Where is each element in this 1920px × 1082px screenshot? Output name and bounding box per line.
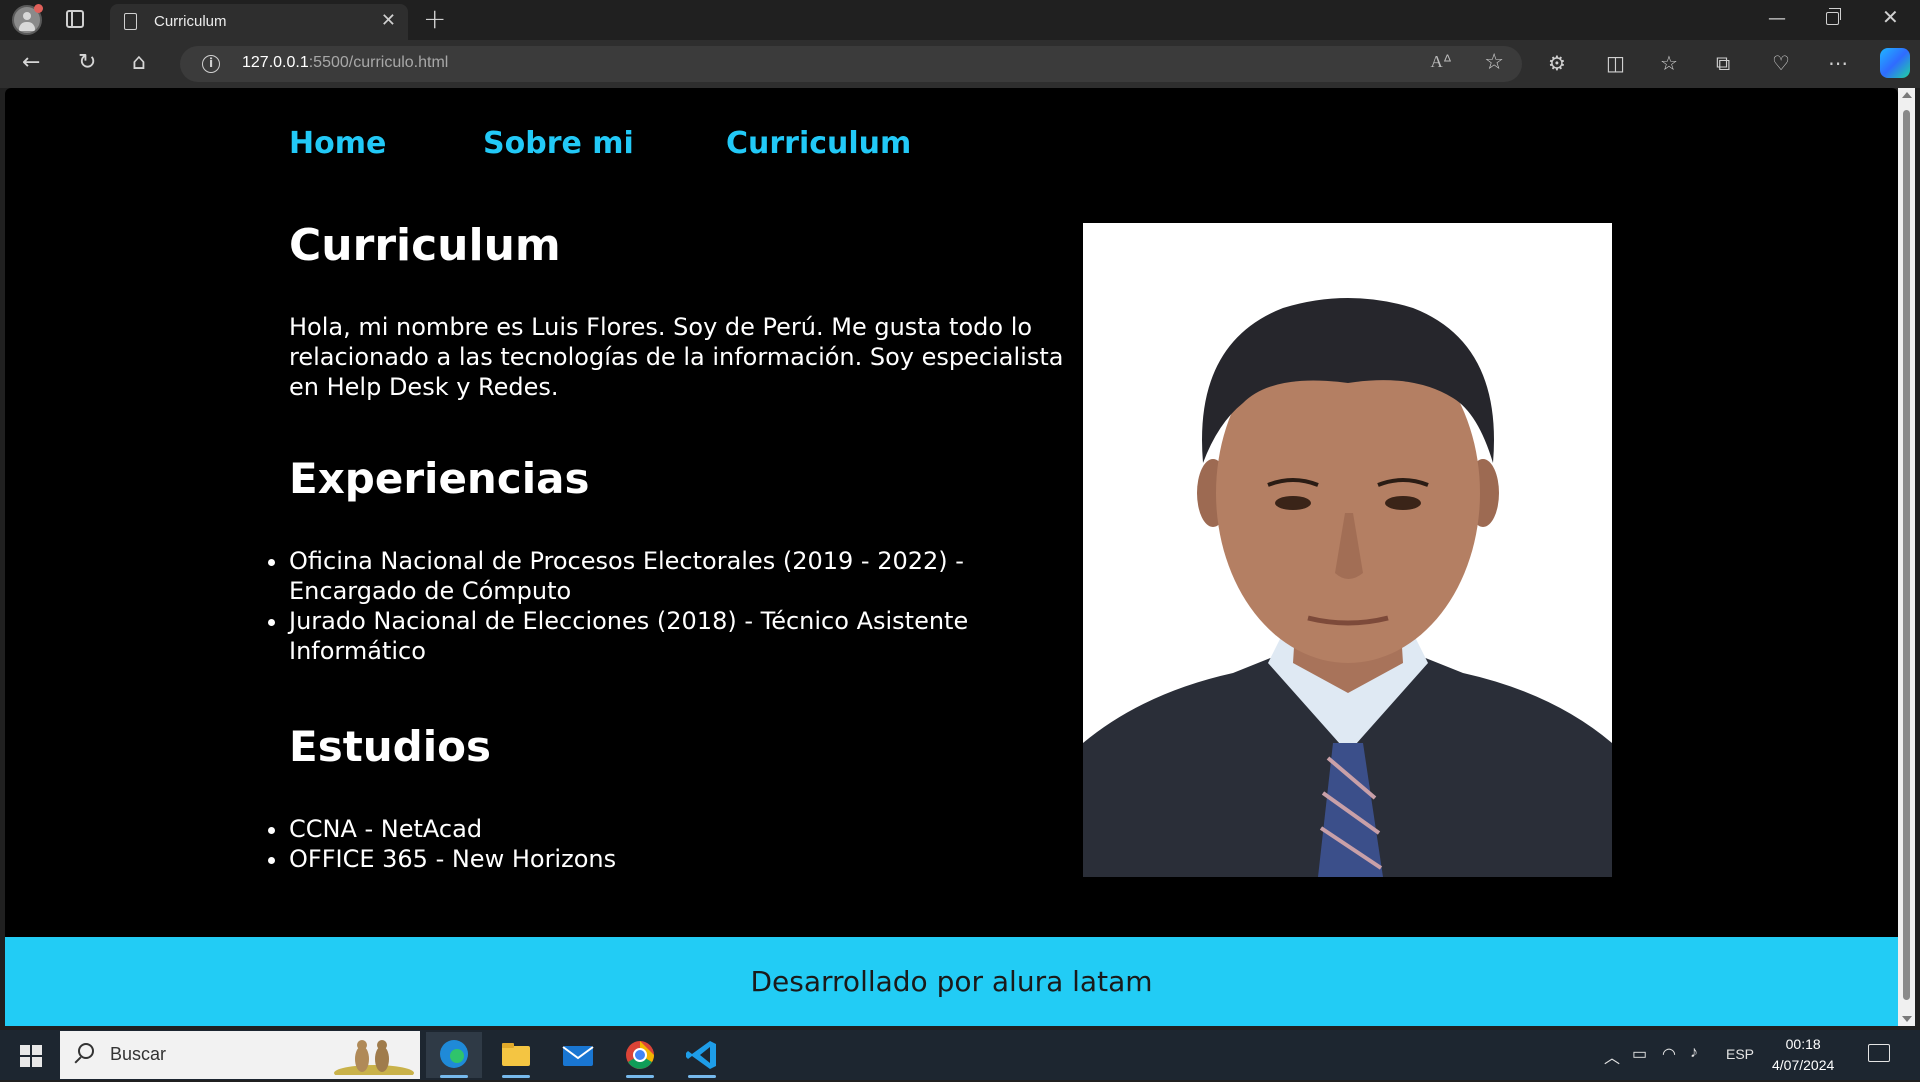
experience-heading: Experiencias [289, 454, 590, 503]
tab-close-icon[interactable]: ✕ [381, 10, 396, 31]
wifi-icon[interactable]: ◠ [1662, 1044, 1676, 1064]
main-content: Curriculum Hola, mi nombre es Luis Flore… [289, 218, 1069, 928]
windows-start-icon[interactable] [20, 1045, 42, 1067]
home-icon[interactable]: ⌂ [132, 49, 146, 77]
nav-link-curriculum[interactable]: Curriculum [726, 126, 911, 161]
show-hidden-icons-icon[interactable]: ︿ [1604, 1044, 1620, 1068]
more-menu-icon[interactable]: ⋯ [1828, 49, 1848, 77]
experience-list: Oficina Nacional de Procesos Electorales… [289, 546, 1069, 666]
page-viewport: Home Sobre mi Curriculum Curriculum Hola… [5, 88, 1898, 1026]
tab-curriculum[interactable]: Curriculum ✕ [110, 4, 408, 40]
studies-list: CCNA - NetAcad OFFICE 365 - New Horizons [289, 814, 1069, 874]
document-icon [124, 13, 137, 30]
search-placeholder: Buscar [110, 1044, 167, 1064]
split-screen-icon[interactable]: ◫ [1606, 49, 1625, 77]
taskbar-clock[interactable]: 00:18 4/07/2024 [1772, 1034, 1834, 1076]
volume-icon[interactable]: ♪ [1690, 1044, 1698, 1062]
site-footer: Desarrollado por alura latam [5, 937, 1898, 1026]
taskbar: Buscar ︿ ▭ ◠ ♪ ESP 00:18 4/07/2024 [0, 1030, 1920, 1080]
minimize-icon[interactable]: — [1768, 8, 1786, 29]
page-title: Curriculum [289, 220, 561, 271]
list-item: CCNA - NetAcad [289, 814, 1069, 844]
taskbar-search[interactable]: Buscar [60, 1031, 420, 1079]
favorites-icon[interactable]: ☆ [1660, 49, 1678, 77]
list-item: OFFICE 365 - New Horizons [289, 844, 1069, 874]
search-icon [78, 1043, 94, 1059]
language-indicator[interactable]: ESP [1726, 1046, 1754, 1062]
refresh-icon[interactable]: ↻ [78, 49, 96, 77]
site-info-icon[interactable]: i [202, 55, 220, 73]
list-item: Oficina Nacional de Procesos Electorales… [289, 546, 1069, 606]
read-aloud-icon[interactable]: Aᐞ [1430, 52, 1452, 72]
clock-time: 00:18 [1785, 1036, 1821, 1052]
taskbar-file-explorer-app[interactable] [488, 1032, 544, 1078]
taskbar-edge-app[interactable] [426, 1032, 482, 1078]
tab-title: Curriculum [154, 13, 227, 30]
url-text[interactable]: 127.0.0.1:5500/curriculo.html [242, 54, 448, 72]
scroll-down-icon[interactable] [1902, 1016, 1912, 1022]
tab-strip: Curriculum ✕ + — ✕ [0, 0, 1920, 40]
notifications-icon[interactable] [1868, 1044, 1890, 1062]
new-tab-button[interactable]: + [423, 2, 446, 35]
address-bar[interactable]: i 127.0.0.1:5500/curriculo.html Aᐞ ☆ [180, 46, 1522, 82]
search-highlight-image [334, 1040, 414, 1075]
scroll-up-icon[interactable] [1902, 92, 1912, 98]
window-close-icon[interactable]: ✕ [1882, 5, 1899, 29]
browser-essentials-icon[interactable]: ♡ [1772, 49, 1790, 77]
browser-toolbar: ← ↻ ⌂ i 127.0.0.1:5500/curriculo.html Aᐞ… [0, 40, 1920, 88]
profile-photo [1083, 223, 1612, 877]
favorite-star-icon[interactable]: ☆ [1484, 50, 1504, 75]
restore-icon[interactable] [1826, 8, 1841, 25]
clock-date: 4/07/2024 [1772, 1057, 1835, 1073]
taskbar-chrome-app[interactable] [612, 1032, 668, 1078]
studies-heading: Estudios [289, 722, 491, 771]
extensions-icon[interactable]: ⚙ [1548, 49, 1566, 77]
collections-icon[interactable]: ⧉ [1716, 49, 1730, 77]
scroll-thumb[interactable] [1903, 110, 1910, 1000]
intro-paragraph: Hola, mi nombre es Luis Flores. Soy de P… [289, 313, 1064, 401]
copilot-icon[interactable] [1880, 48, 1910, 78]
taskbar-mail-app[interactable] [550, 1032, 606, 1078]
taskbar-vscode-app[interactable] [674, 1032, 730, 1078]
page-scrollbar[interactable] [1898, 88, 1915, 1026]
list-item: Jurado Nacional de Elecciones (2018) - T… [289, 606, 1069, 666]
back-icon[interactable]: ← [22, 49, 40, 77]
nav-link-home[interactable]: Home [289, 126, 386, 161]
nav-link-sobre-mi[interactable]: Sobre mi [483, 126, 634, 161]
battery-icon[interactable]: ▭ [1632, 1044, 1647, 1064]
footer-text: Desarrollado por alura latam [750, 965, 1153, 998]
profile-avatar-icon[interactable] [12, 4, 43, 35]
tab-actions-icon[interactable] [66, 10, 84, 28]
